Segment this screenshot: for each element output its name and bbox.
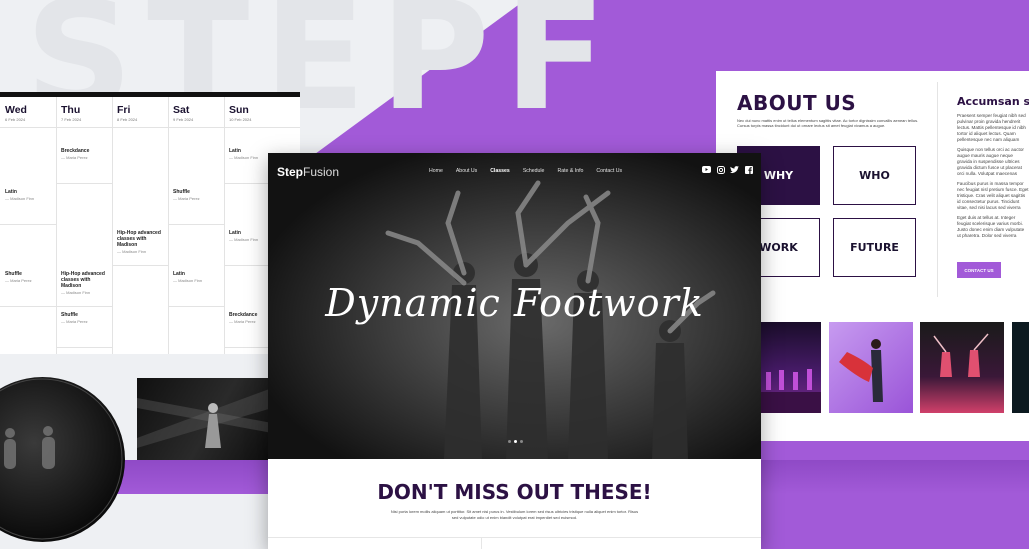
class-teacher: — Madison Finn	[173, 278, 203, 283]
day-date: 10 Feb 2024	[229, 117, 252, 122]
class-teacher: — Madison Finn	[61, 290, 91, 295]
slider-dot[interactable]	[508, 440, 511, 443]
logo-light-part: Fusion	[303, 165, 340, 179]
social-links	[702, 165, 753, 174]
hero-navbar: StepFusion Home About Us Classes Schedul…	[268, 153, 761, 189]
youtube-icon[interactable]	[702, 165, 711, 174]
day-date: 7 Feb 2024	[61, 117, 82, 122]
day-date: 9 Feb 2024	[173, 117, 194, 122]
day-name: Fri	[117, 104, 131, 116]
day-date: 6 Feb 2024	[5, 117, 26, 122]
instagram-icon[interactable]	[716, 165, 725, 174]
ballet-duo-photo	[920, 322, 1004, 413]
accumsan-paragraph: Faucibus purus in massa tempor nec feugi…	[957, 181, 1029, 210]
stage-dancers-photo	[761, 322, 821, 413]
class-slot[interactable]: Latin — Madison Finn	[168, 266, 225, 307]
contact-us-button[interactable]: CONTACT US	[957, 262, 1001, 278]
schedule-day-column: Wed 6 Feb 2024 Latin — Madison Finn Shuffl…	[0, 97, 57, 354]
menu-item-home[interactable]: Home	[429, 168, 443, 174]
schedule-day-column: Sat 9 Feb 2024 Shuffle — Maria Perez Latin…	[168, 97, 225, 354]
logo-bold-part: Step	[277, 165, 304, 179]
day-name: Sun	[229, 104, 249, 116]
class-title: Latin	[173, 271, 185, 277]
section-divider	[481, 537, 482, 549]
class-teacher: — Madison Finn	[117, 249, 147, 254]
schedule-day-column: Thu 7 Feb 2024 Breckdance — Maria Perez Hi…	[56, 97, 113, 354]
about-title: ABOUT US	[737, 91, 857, 115]
menu-item-classes[interactable]: Classes	[490, 168, 510, 174]
hero-banner: StepFusion Home About Us Classes Schedul…	[268, 153, 761, 459]
menu-item-schedule[interactable]: Schedule	[523, 168, 545, 174]
couple-dance-photo	[829, 322, 913, 413]
accumsan-paragraph: Praesent semper feugiat nibh sed pulvina…	[957, 113, 1026, 142]
accumsan-title: Accumsan sit	[957, 95, 1029, 108]
menu-item-contact-us[interactable]: Contact Us	[596, 168, 622, 174]
class-teacher: — Maria Perez	[5, 278, 32, 283]
class-title: Hip-Hop advanced classes with Madison	[61, 271, 105, 289]
stepfusion-logo[interactable]: StepFusion	[277, 165, 339, 179]
menu-item-rate-info[interactable]: Rate & Info	[557, 168, 583, 174]
slider-dot[interactable]	[520, 440, 523, 443]
accumsan-paragraph: Quisque non tellus orci ac auctor augue …	[957, 147, 1024, 176]
about-box-future[interactable]: FUTURE	[833, 218, 916, 277]
cta-text: Nisi porta lorem mollis aliquam ut portt…	[390, 509, 639, 520]
class-title: Hip-Hop advanced classes with Madison	[117, 230, 161, 248]
main-menu: Home About Us Classes Schedule Rate & In…	[429, 168, 635, 174]
class-teacher: — Madison Finn	[5, 196, 35, 201]
class-title: Shuffle	[61, 312, 78, 318]
class-title: Shuffle	[5, 271, 22, 277]
twitter-icon[interactable]	[730, 165, 739, 174]
class-teacher: — Maria Perez	[61, 155, 88, 160]
class-title: Latin	[5, 189, 17, 195]
class-title: Breckdance	[61, 148, 90, 154]
about-text: Nec dui nunc mattis enim ut tellus eleme…	[737, 118, 919, 128]
class-slot[interactable]: Latin — Madison Finn	[0, 184, 57, 225]
day-name: Sat	[173, 104, 190, 116]
section-divider	[268, 537, 761, 538]
hero-title: Dynamic Footwork	[325, 281, 704, 325]
schedule-day-column: Fri 8 Feb 2024 Hip-Hop advanced classes w…	[112, 97, 169, 354]
class-slot[interactable]: Shuffle — Maria Perez	[0, 266, 57, 307]
menu-item-about-us[interactable]: About Us	[456, 168, 477, 174]
class-slot[interactable]: Shuffle — Maria Perez	[168, 184, 225, 225]
class-title: Shuffle	[173, 189, 190, 195]
slider-dots	[508, 440, 523, 443]
class-slot[interactable]: Shuffle — Maria Perez	[56, 307, 113, 348]
day-name: Thu	[61, 104, 81, 116]
slider-dot-active[interactable]	[514, 440, 517, 443]
main-website-card: StepFusion Home About Us Classes Schedul…	[268, 153, 761, 549]
day-name: Wed	[5, 104, 27, 116]
dancer-light-image	[137, 378, 272, 460]
schedule-card: Wed 6 Feb 2024 Latin — Madison Finn Shuffl…	[0, 92, 300, 354]
accumsan-paragraph: Eget duis at tellus at. Integer feugiat …	[957, 215, 1025, 238]
class-slot[interactable]: Breckdance — Maria Perez	[56, 143, 113, 184]
cta-title: DON'T MISS OUT THESE!	[377, 480, 652, 504]
class-slot[interactable]: Hip-Hop advanced classes with Madison — M…	[56, 266, 113, 307]
class-teacher: — Maria Perez	[61, 319, 88, 324]
partial-photo	[1012, 322, 1029, 413]
class-teacher: — Maria Perez	[173, 196, 200, 201]
class-slot[interactable]: Hip-Hop advanced classes with Madison — M…	[112, 225, 169, 266]
facebook-icon[interactable]	[744, 165, 753, 174]
about-divider	[937, 82, 938, 297]
day-date: 8 Feb 2024	[117, 117, 138, 122]
about-box-who[interactable]: WHO	[833, 146, 916, 205]
